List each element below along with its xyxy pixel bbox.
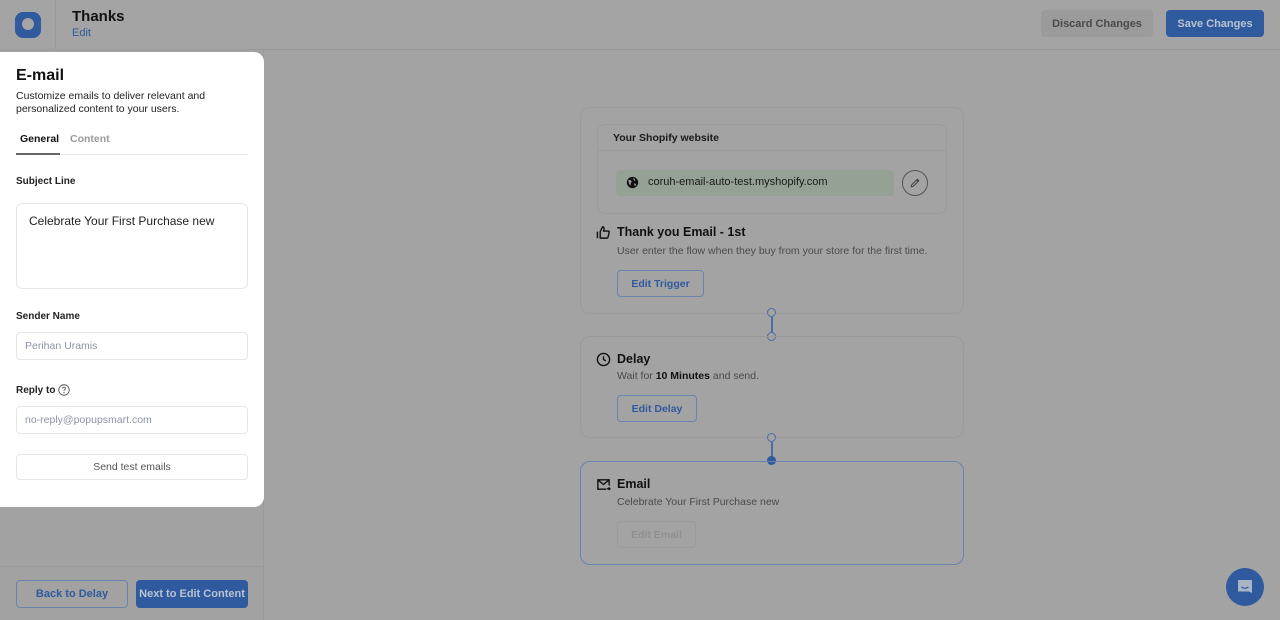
sender-name-label: Sender Name: [16, 311, 80, 322]
discard-changes-button[interactable]: Discard Changes: [1041, 10, 1153, 37]
reply-to-input[interactable]: [16, 406, 248, 434]
tab-content[interactable]: Content: [70, 133, 110, 145]
send-test-emails-button[interactable]: Send test emails: [16, 454, 248, 480]
pencil-icon: [910, 178, 920, 188]
clock-icon: [596, 352, 611, 367]
subject-line-label: Subject Line: [16, 176, 76, 187]
edit-email-button[interactable]: Edit Email: [617, 521, 696, 548]
edit-title-link[interactable]: Edit: [72, 26, 125, 40]
website-url-text: coruh-email-auto-test.myshopify.com: [648, 176, 828, 188]
website-url-field: coruh-email-auto-test.myshopify.com: [616, 170, 894, 196]
chat-icon: [1238, 580, 1252, 593]
edit-trigger-button[interactable]: Edit Trigger: [617, 270, 704, 297]
logo-cell: [0, 0, 56, 50]
app-logo-icon[interactable]: [14, 12, 41, 38]
panel-tabs: General Content: [16, 127, 248, 155]
trigger-title: Thank you Email - 1st: [617, 225, 746, 239]
sender-name-input[interactable]: [16, 332, 248, 360]
delay-desc-prefix: Wait for: [617, 370, 656, 382]
mail-icon: [597, 479, 611, 491]
delay-title: Delay: [617, 352, 651, 366]
email-step-title: Email: [617, 477, 651, 491]
tab-general[interactable]: General: [20, 133, 59, 145]
trigger-description: User enter the flow when they buy from y…: [617, 245, 928, 257]
next-to-edit-content-button[interactable]: Next to Edit Content: [136, 580, 248, 608]
active-tab-indicator: [16, 153, 60, 155]
top-bar: Thanks Edit Discard Changes Save Changes: [0, 0, 1280, 50]
delay-desc-suffix: and send.: [709, 370, 760, 382]
email-step-description: Celebrate Your First Purchase new: [617, 496, 780, 508]
connector-node[interactable]: [767, 308, 776, 317]
delay-description: Wait for 10 Minutes and send.: [617, 370, 759, 382]
reply-to-label: Reply to: [16, 385, 56, 396]
edit-delay-button[interactable]: Edit Delay: [617, 395, 697, 422]
website-box-header: Your Shopify website: [598, 125, 946, 151]
title-block: Thanks Edit: [72, 8, 125, 40]
save-changes-button[interactable]: Save Changes: [1166, 10, 1264, 37]
edit-website-button[interactable]: [902, 170, 928, 196]
panel-title: E-mail: [16, 67, 65, 84]
subject-line-input[interactable]: Celebrate Your First Purchase new: [16, 203, 248, 289]
email-settings-panel: E-mail Customize emails to deliver relev…: [0, 52, 264, 507]
help-icon[interactable]: [58, 384, 70, 396]
shopify-website-box: Your Shopify website coruh-email-auto-te…: [597, 124, 947, 214]
connector-node[interactable]: [767, 433, 776, 442]
panel-description: Customize emails to deliver relevant and…: [16, 90, 206, 115]
delay-duration: 10 Minutes: [655, 370, 710, 382]
page-title: Thanks: [72, 8, 125, 25]
website-box-title: Your Shopify website: [613, 132, 719, 144]
chat-support-button[interactable]: [1226, 568, 1264, 606]
globe-icon: [626, 176, 639, 189]
thumbs-up-icon: [596, 226, 610, 239]
back-to-delay-button[interactable]: Back to Delay: [16, 580, 128, 608]
